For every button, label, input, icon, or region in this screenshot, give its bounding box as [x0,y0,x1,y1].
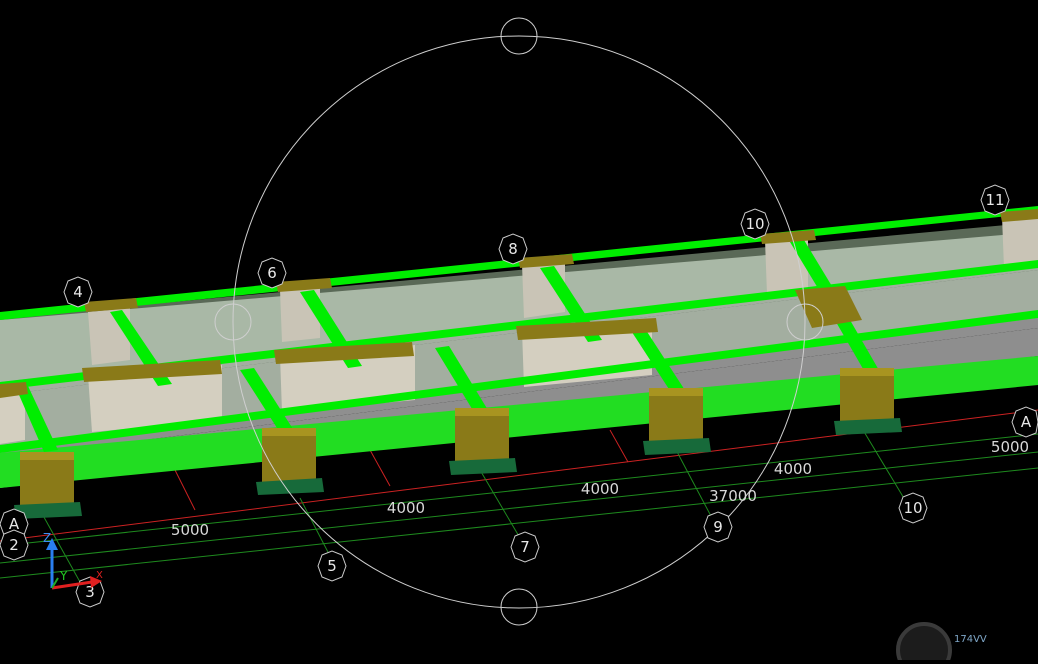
3d-model-viewport[interactable]: 4 6 8 10 11 5 7 9 10 A 2 3 A 5000 4000 4… [0,0,1038,664]
grid-bubble-top-10[interactable]: 10 [740,208,770,240]
grid-bubble-top-4[interactable]: 4 [63,276,93,308]
dimension-bay-3: 4000 [581,480,619,498]
axis-y-label: Y [59,569,68,583]
dimension-right-end: 5000 [991,438,1029,456]
axis-x-label: X [96,570,103,581]
grid-bubble-label: 11 [985,191,1004,209]
column-4 [643,388,711,455]
navcube-label: 174VV [954,634,987,645]
grid-bubble-bottom-9[interactable]: 9 [703,511,733,543]
grid-bubble-top-6[interactable]: 6 [257,257,287,289]
grid-bubble-label: 2 [9,536,19,554]
grid-bubble-top-11[interactable]: 11 [980,184,1010,216]
grid-bubble-label: 8 [508,240,518,258]
navcube-icon[interactable]: 174VV [892,620,1038,664]
grid-bubble-left-2[interactable]: 2 [0,529,29,561]
column-1 [14,452,82,519]
grid-bubble-bottom-5[interactable]: 5 [317,550,347,582]
dimension-bay-4: 4000 [774,460,812,478]
grid-bubble-label: 5 [327,557,337,575]
grid-bubble-label: 6 [267,264,277,282]
column-2 [256,428,324,495]
grid-bubble-label: 10 [745,215,764,233]
axis-z-label: Z [43,531,51,545]
model-canvas[interactable]: 4 6 8 10 11 5 7 9 10 A 2 3 A 5000 4000 4… [0,0,1038,644]
grid-bubble-label: 10 [903,499,922,517]
column-3 [449,408,517,475]
grid-bubble-top-8[interactable]: 8 [498,233,528,265]
column-5 [834,368,902,435]
dimension-bay-1: 5000 [171,521,209,539]
grid-bubble-label: A [1021,413,1032,431]
grid-bubble-bottom-7[interactable]: 7 [510,531,540,563]
grid-bubble-label: 7 [520,538,530,556]
dimension-bay-2: 4000 [387,499,425,517]
grid-bubble-right-A[interactable]: A [1011,406,1038,438]
grid-bubble-label: 9 [713,518,723,536]
navcube-ring [896,622,952,664]
ucs-axes-icon: Z Y X [43,531,103,590]
dimension-overall: 37000 [709,487,757,505]
grid-bubble-bottom-10[interactable]: 10 [898,492,928,524]
grid-bubble-label: 4 [73,283,83,301]
